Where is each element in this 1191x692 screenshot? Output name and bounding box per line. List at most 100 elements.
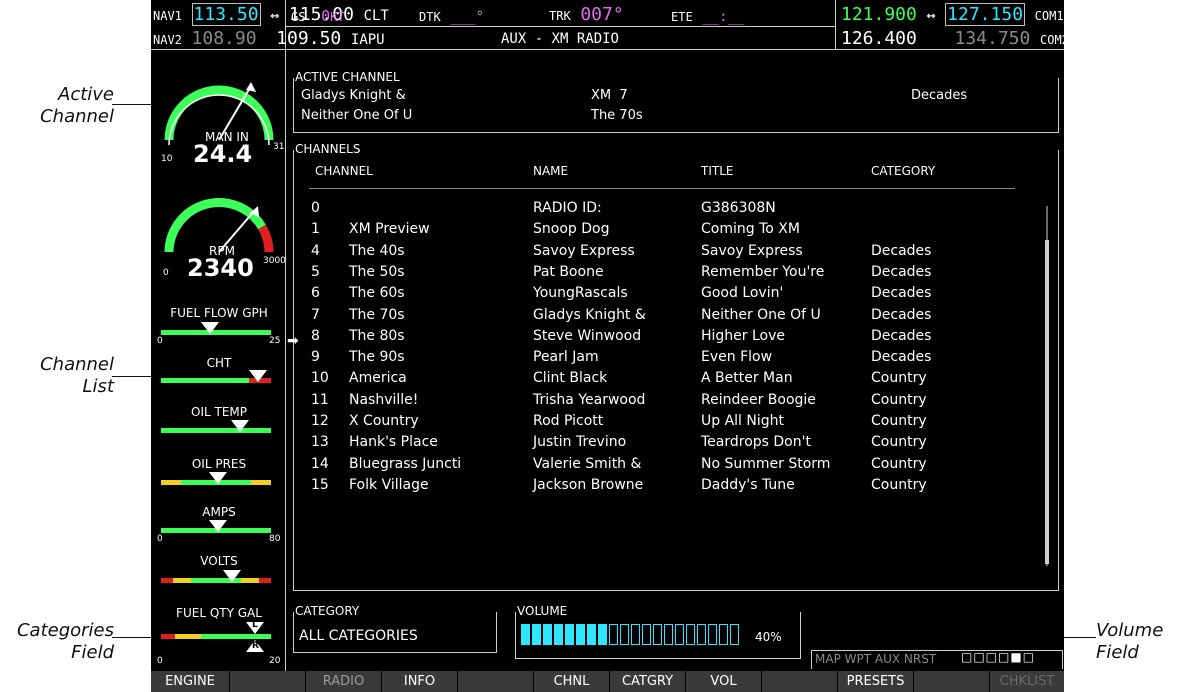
active-channel-title: ACTIVE CHANNEL <box>295 70 403 84</box>
channel-number: 7 <box>311 306 320 323</box>
callout-volume-field: Volume Field <box>1096 620 1164 663</box>
active-channel-number: XM 7 <box>591 88 628 103</box>
song-title: A Better Man <box>701 370 793 387</box>
active-artist: Gladys Knight & <box>301 88 406 103</box>
dtk-field: DTK ___° <box>419 6 484 25</box>
ete-label: ETE <box>671 10 693 24</box>
channel-category: Country <box>871 455 927 472</box>
callout-channel-list: Channel List <box>40 354 114 397</box>
channel-row[interactable]: 12 X Country Rod Picott Up All Night Country <box>151 411 927 432</box>
softkey-chnl[interactable]: CHNL <box>534 671 610 692</box>
volume-percent: 40% <box>755 630 782 644</box>
nav1-label: NAV1 <box>153 9 182 23</box>
softkey-5[interactable] <box>458 671 534 692</box>
volume-segment <box>653 624 662 645</box>
channel-category: Decades <box>871 263 932 280</box>
nav2-active-freq[interactable]: 108.90 <box>192 28 257 49</box>
volume-segment <box>554 624 563 645</box>
softkey-2[interactable] <box>230 671 306 692</box>
fuel-qty-right-label: R <box>252 641 259 651</box>
channel-row[interactable]: 13 Hank's Place Justin Trevino Teardrops Do… <box>151 432 927 453</box>
col-header-title: TITLE <box>701 164 734 178</box>
volume-segment <box>620 624 629 645</box>
softkey-chklist[interactable]: CHKLIST <box>990 671 1064 692</box>
channel-name: XM Preview <box>349 221 430 238</box>
softkey-radio[interactable]: RADIO <box>306 671 382 692</box>
artist-name: Gladys Knight & <box>533 306 646 323</box>
volume-segment <box>730 624 739 645</box>
fuel-qty-bar-red <box>161 634 175 639</box>
channel-row[interactable]: 6 The 60s YoungRascals Good Lovin' Decades <box>151 283 931 304</box>
volume-bar[interactable] <box>521 624 751 647</box>
com1-active-freq[interactable]: 121.900 <box>841 4 917 25</box>
softkey-vol[interactable]: VOL <box>686 671 762 692</box>
active-channel-name: The 70s <box>591 108 643 123</box>
com2-active-freq[interactable]: 126.400 <box>841 28 917 49</box>
channel-row[interactable]: 0 RADIO ID: G386308N <box>151 198 891 219</box>
channel-category: Decades <box>871 242 932 259</box>
channel-row[interactable]: 11 Nashville! Trisha Yearwood Reindeer Boog… <box>151 390 927 411</box>
softkey-11[interactable] <box>914 671 990 692</box>
channel-row[interactable]: 9 The 90s Pearl Jam Even Flow Decades <box>151 347 931 368</box>
softkey-engine[interactable]: ENGINE <box>151 671 230 692</box>
softkey-catgry[interactable]: CATGRY <box>610 671 686 692</box>
nav2-label: NAV2 <box>153 33 182 47</box>
song-title: Reindeer Boogie <box>701 391 816 408</box>
song-title: Good Lovin' <box>701 285 784 302</box>
volume-segment <box>565 624 574 645</box>
channel-number: 0 <box>311 200 320 216</box>
softkey-presets[interactable]: PRESETS <box>838 671 914 692</box>
channel-number: 10 <box>311 370 329 387</box>
volume-segment <box>521 624 530 645</box>
artist-name: Rod Picott <box>533 413 604 429</box>
artist-name: Pat Boone <box>533 263 604 280</box>
volume-segment <box>697 624 706 645</box>
channel-row[interactable]: 1 XM Preview Snoop Dog Coming To XM <box>151 219 891 240</box>
volume-segment <box>532 624 541 645</box>
nav1-active-freq[interactable]: 113.50 <box>191 3 261 26</box>
category-field[interactable]: ALL CATEGORIES <box>299 628 418 644</box>
volume-segment <box>675 624 684 645</box>
channel-row[interactable]: 14 Bluegrass Juncti Valerie Smith & No Summ… <box>151 454 927 475</box>
fuel-qty-left-label: L <box>252 620 258 630</box>
channel-category: Country <box>871 413 927 429</box>
trk-field: TRK 007° <box>549 4 624 25</box>
com1-standby-freq[interactable]: 127.150 <box>945 3 1026 26</box>
channel-name: The 40s <box>349 242 405 259</box>
col-header-category: CATEGORY <box>871 164 936 178</box>
softkey-9[interactable] <box>762 671 838 692</box>
artist-name: Pearl Jam <box>533 349 599 366</box>
nav1-swap-icon[interactable]: ↔ <box>270 6 279 24</box>
volume-segment <box>576 624 585 645</box>
channel-number: 11 <box>311 391 329 408</box>
volts-bar-yellow-left <box>173 578 191 583</box>
nav1-row: NAV1 113.50 ↔ 115.00 CLT <box>153 3 389 26</box>
gs-label: GS <box>291 10 306 24</box>
fuel-qty-bar-yellow <box>175 634 201 639</box>
ete-value: __:__ <box>702 9 745 25</box>
softkey-info[interactable]: INFO <box>382 671 458 692</box>
channel-row[interactable]: 4 The 40s Savoy Express Savoy Express Decade… <box>151 241 931 262</box>
active-category: Decades <box>911 88 968 103</box>
channel-category: Decades <box>871 327 932 344</box>
channel-name: The 90s <box>349 349 405 366</box>
man-in-min: 10 <box>161 154 173 164</box>
channel-row[interactable]: 15 Folk Village Jackson Browne Daddy's Tune… <box>151 475 927 496</box>
com1-label: COM1 <box>1034 9 1064 23</box>
channel-category: Decades <box>871 349 932 366</box>
channel-row[interactable]: 10 America Clint Black A Better Man Country <box>151 368 927 389</box>
channel-row[interactable]: 8 The 80s Steve Winwood Higher Love Decades <box>151 326 931 347</box>
volts-bar-yellow-right <box>241 578 259 583</box>
com2-row: 126.400 134.750 COM2 <box>841 28 1064 49</box>
channel-row[interactable]: 7 The 70s Gladys Knight & Neither One Of U D… <box>151 305 931 326</box>
channel-name: The 50s <box>349 263 405 280</box>
com-swap-icon[interactable]: ↔ <box>927 6 936 24</box>
channel-category: Decades <box>871 306 932 323</box>
gs-unit: KT <box>330 10 345 24</box>
volume-segment <box>686 624 695 645</box>
col-header-channel: CHANNEL <box>315 164 373 178</box>
channel-category: Decades <box>871 285 932 302</box>
artist-name: Snoop Dog <box>533 221 610 238</box>
channel-row[interactable]: 5 The 50s Pat Boone Remember You're Decades <box>151 262 931 283</box>
com2-standby-freq[interactable]: 134.750 <box>955 28 1031 49</box>
